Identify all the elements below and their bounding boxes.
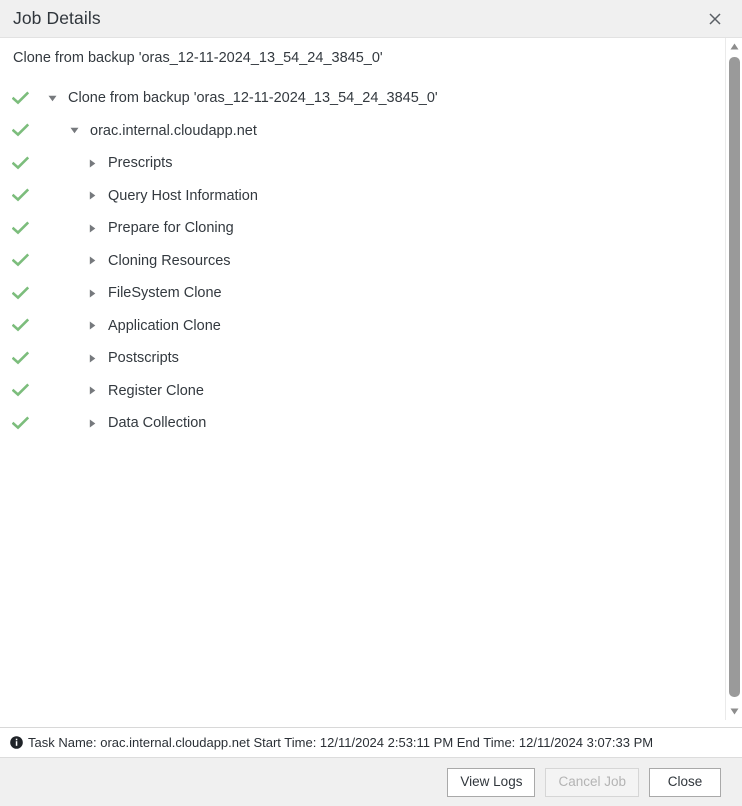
status-success-check-icon [0, 122, 40, 139]
tree-row[interactable]: Cloning Resources [0, 245, 742, 278]
status-bar: Task Name: orac.internal.cloudapp.net St… [0, 727, 742, 757]
close-icon[interactable] [700, 4, 730, 34]
status-success-check-icon [0, 187, 40, 204]
dialog-titlebar: Job Details [0, 0, 742, 38]
scroll-down-icon[interactable] [725, 703, 742, 720]
tree-node-label: FileSystem Clone [108, 285, 222, 302]
tree-node-label: Prepare for Cloning [108, 220, 234, 237]
status-success-check-icon [0, 350, 40, 367]
tree-node-label: Clone from backup 'oras_12-11-2024_13_54… [68, 90, 438, 107]
tree-node-label: Query Host Information [108, 187, 258, 204]
chevron-right-icon[interactable] [84, 318, 100, 334]
tree-row[interactable]: Clone from backup 'oras_12-11-2024_13_54… [0, 82, 742, 115]
chevron-down-icon[interactable] [44, 90, 60, 106]
tree-row[interactable]: orac.internal.cloudapp.net [0, 115, 742, 148]
tree-row[interactable]: Register Clone [0, 375, 742, 408]
job-tree: Clone from backup 'oras_12-11-2024_13_54… [0, 82, 742, 440]
status-success-check-icon [0, 90, 40, 107]
tree-node-label: Prescripts [108, 155, 173, 172]
chevron-right-icon[interactable] [84, 415, 100, 431]
vertical-scrollbar[interactable] [725, 38, 742, 720]
tree-node-label: orac.internal.cloudapp.net [90, 122, 257, 139]
status-success-check-icon [0, 382, 40, 399]
tree-row[interactable]: Prepare for Cloning [0, 212, 742, 245]
status-success-check-icon [0, 317, 40, 334]
status-success-check-icon [0, 220, 40, 237]
close-button[interactable]: Close [649, 767, 721, 797]
status-success-check-icon [0, 155, 40, 172]
tree-row[interactable]: Application Clone [0, 310, 742, 343]
tree-row[interactable]: Data Collection [0, 407, 742, 440]
tree-row[interactable]: Postscripts [0, 342, 742, 375]
chevron-right-icon[interactable] [84, 383, 100, 399]
job-tree-container: Clone from backup 'oras_12-11-2024_13_54… [0, 78, 742, 727]
tree-node-label: Register Clone [108, 382, 204, 399]
chevron-right-icon[interactable] [84, 285, 100, 301]
chevron-right-icon[interactable] [84, 253, 100, 269]
chevron-right-icon[interactable] [84, 350, 100, 366]
tree-node-label: Application Clone [108, 317, 221, 334]
tree-row[interactable]: Prescripts [0, 147, 742, 180]
info-icon [9, 736, 23, 750]
view-logs-button[interactable]: View Logs [447, 767, 536, 797]
scrollbar-track[interactable] [725, 55, 742, 703]
chevron-right-icon[interactable] [84, 188, 100, 204]
tree-row[interactable]: FileSystem Clone [0, 277, 742, 310]
tree-row[interactable]: Query Host Information [0, 180, 742, 213]
job-details-dialog: Job Details Clone from backup 'oras_12-1… [0, 0, 742, 806]
scroll-up-icon[interactable] [725, 38, 742, 55]
tree-node-label: Postscripts [108, 350, 179, 367]
status-success-check-icon [0, 252, 40, 269]
cancel-job-button: Cancel Job [545, 767, 639, 797]
chevron-down-icon[interactable] [66, 123, 82, 139]
tree-node-label: Data Collection [108, 415, 207, 432]
tree-node-label: Cloning Resources [108, 252, 231, 269]
chevron-right-icon[interactable] [84, 155, 100, 171]
status-bar-text: Task Name: orac.internal.cloudapp.net St… [28, 735, 654, 750]
job-subtitle: Clone from backup 'oras_12-11-2024_13_54… [0, 38, 742, 78]
chevron-right-icon[interactable] [84, 220, 100, 236]
dialog-footer: View Logs Cancel Job Close [0, 757, 742, 806]
status-success-check-icon [0, 285, 40, 302]
status-success-check-icon [0, 415, 40, 432]
scrollbar-thumb[interactable] [728, 57, 740, 697]
dialog-title: Job Details [13, 7, 101, 28]
